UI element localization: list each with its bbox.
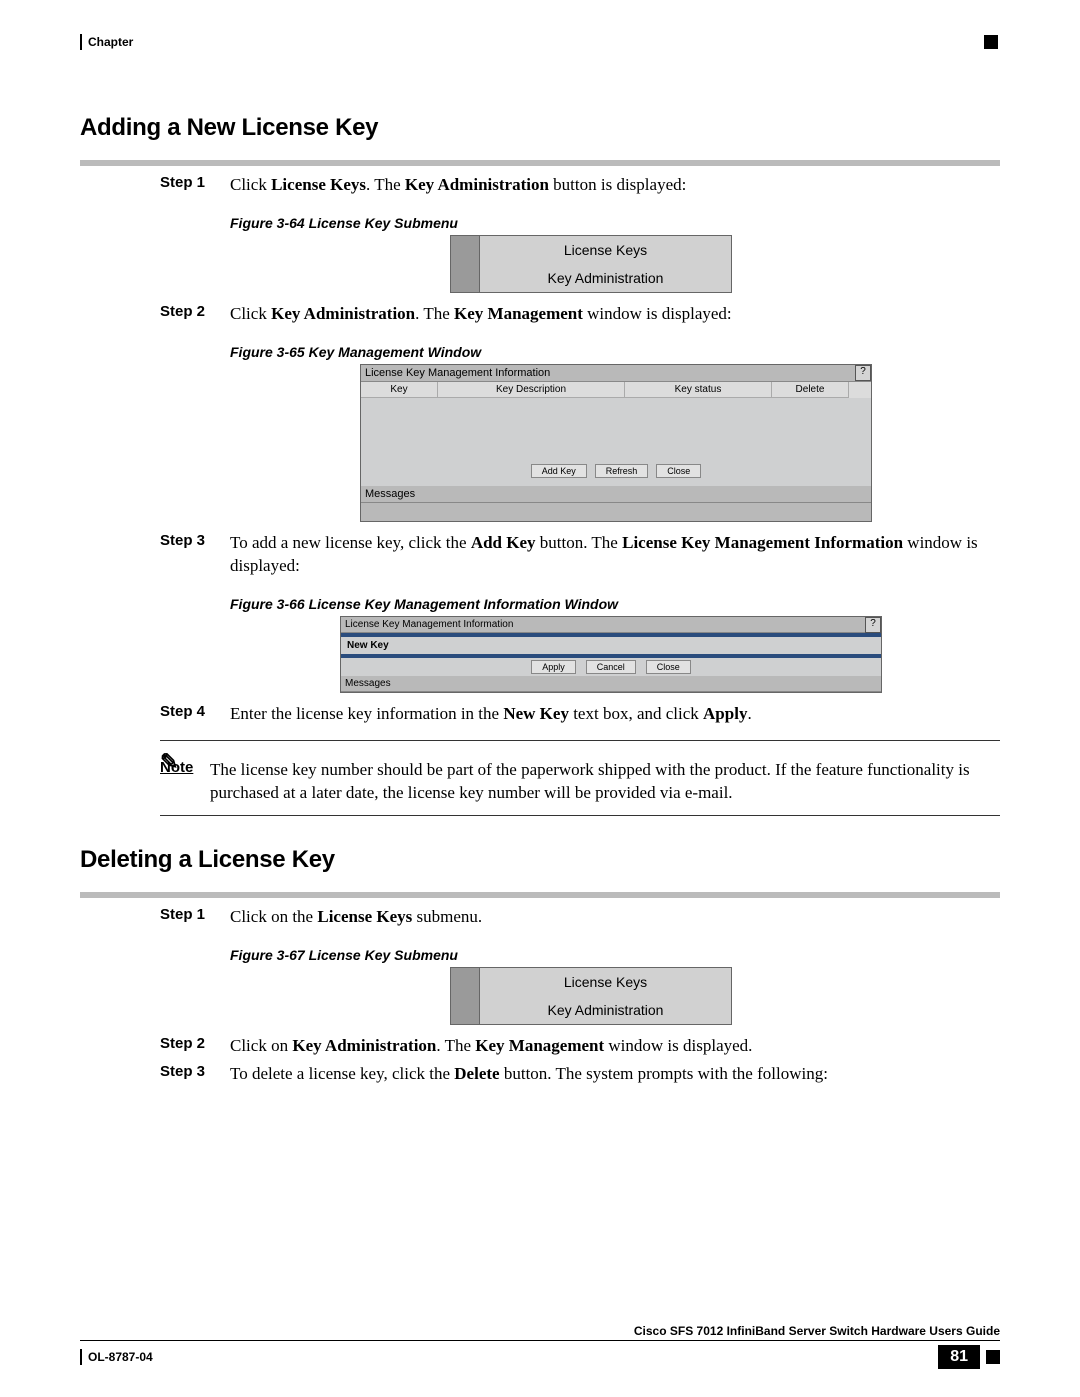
add-key-button[interactable]: Add Key — [531, 464, 587, 478]
chapter-label: Chapter — [88, 35, 133, 49]
step-label: Step 3 — [160, 1063, 230, 1080]
step-label: Step 1 — [160, 906, 230, 923]
header-bar-icon — [80, 34, 82, 50]
figure-64-caption: Figure 3-64 License Key Submenu — [230, 215, 1000, 231]
window-title: License Key Management Information — [341, 617, 881, 633]
page-header: Chapter — [80, 30, 1000, 54]
cancel-button[interactable]: Cancel — [586, 660, 636, 674]
close-button[interactable]: Close — [646, 660, 691, 674]
submenu-tab-icon — [451, 236, 480, 264]
help-icon[interactable]: ? — [865, 617, 881, 633]
col-key: Key — [361, 382, 438, 398]
corner-marker-icon — [986, 1350, 1000, 1364]
note-body: Note The license key number should be pa… — [160, 759, 1000, 805]
section-deleting-title: Deleting a License Key — [80, 846, 1000, 874]
step-text: Enter the license key information in the… — [230, 703, 752, 726]
submenu-license-keys[interactable]: License Keys — [480, 236, 731, 264]
step-4: Step 4 Enter the license key information… — [160, 703, 1000, 726]
new-key-label: New Key — [341, 637, 881, 654]
step-text: Click Key Administration. The Key Manage… — [230, 303, 732, 326]
note-text: The license key number should be part of… — [210, 759, 1000, 805]
step-2-del: Step 2 Click on Key Administration. The … — [160, 1035, 1000, 1058]
col-key-status: Key status — [625, 382, 772, 398]
close-button[interactable]: Close — [656, 464, 701, 478]
step-label: Step 1 — [160, 174, 230, 191]
figure-67-submenu: License Keys Key Administration — [450, 967, 732, 1025]
step-label: Step 2 — [160, 1035, 230, 1052]
help-icon[interactable]: ? — [855, 365, 871, 381]
doc-number: OL-8787-04 — [88, 1350, 153, 1364]
step-3: Step 3 To add a new license key, click t… — [160, 532, 1000, 578]
col-key-description: Key Description — [438, 382, 625, 398]
note-divider — [160, 815, 1000, 816]
footer-bar-icon — [80, 1349, 82, 1365]
button-row: Apply Cancel Close — [341, 658, 881, 676]
table-header: Key Key Description Key status Delete — [361, 382, 871, 398]
submenu-key-administration[interactable]: Key Administration — [480, 996, 731, 1024]
col-delete: Delete — [772, 382, 849, 398]
step-3-del: Step 3 To delete a license key, click th… — [160, 1063, 1000, 1086]
step-label: Step 3 — [160, 532, 230, 549]
step-1: Step 1 Click License Keys. The Key Admin… — [160, 174, 1000, 197]
figure-64-submenu: License Keys Key Administration — [450, 235, 732, 293]
submenu-tab-icon — [451, 996, 480, 1024]
step-1-del: Step 1 Click on the License Keys submenu… — [160, 906, 1000, 929]
messages-bar: Messages — [361, 486, 871, 503]
submenu-tab-icon — [451, 264, 480, 292]
step-text: Click License Keys. The Key Administrati… — [230, 174, 686, 197]
figure-66-caption: Figure 3-66 License Key Management Infor… — [230, 596, 1000, 612]
page-footer: Cisco SFS 7012 InfiniBand Server Switch … — [80, 1322, 1000, 1369]
button-row: Add Key Refresh Close — [361, 460, 871, 486]
step-text: To add a new license key, click the Add … — [230, 532, 1000, 578]
step-text: Click on the License Keys submenu. — [230, 906, 482, 929]
note-divider — [160, 740, 1000, 741]
section-divider — [80, 160, 1000, 166]
section-divider — [80, 892, 1000, 898]
table-body-empty — [361, 398, 871, 460]
step-label: Step 2 — [160, 303, 230, 320]
figure-67-caption: Figure 3-67 License Key Submenu — [230, 947, 1000, 963]
step-text: Click on Key Administration. The Key Man… — [230, 1035, 752, 1058]
step-text: To delete a license key, click the Delet… — [230, 1063, 828, 1086]
window-title: License Key Management Information — [361, 365, 871, 382]
page-number: 81 — [938, 1345, 980, 1369]
figure-65-window: ? License Key Management Information Key… — [360, 364, 872, 522]
apply-button[interactable]: Apply — [531, 660, 576, 674]
submenu-license-keys[interactable]: License Keys — [480, 968, 731, 996]
figure-65-caption: Figure 3-65 Key Management Window — [230, 344, 1000, 360]
note-label: Note — [160, 759, 210, 776]
submenu-key-administration[interactable]: Key Administration — [480, 264, 731, 292]
messages-area — [361, 503, 871, 521]
section-adding-title: Adding a New License Key — [80, 114, 1000, 142]
refresh-button[interactable]: Refresh — [595, 464, 649, 478]
guide-title: Cisco SFS 7012 InfiniBand Server Switch … — [634, 1324, 1000, 1338]
step-label: Step 4 — [160, 703, 230, 720]
step-2: Step 2 Click Key Administration. The Key… — [160, 303, 1000, 326]
messages-bar: Messages — [341, 676, 881, 692]
submenu-tab-icon — [451, 968, 480, 996]
corner-marker-icon — [984, 35, 998, 49]
figure-66-window: ? License Key Management Information New… — [340, 616, 882, 693]
